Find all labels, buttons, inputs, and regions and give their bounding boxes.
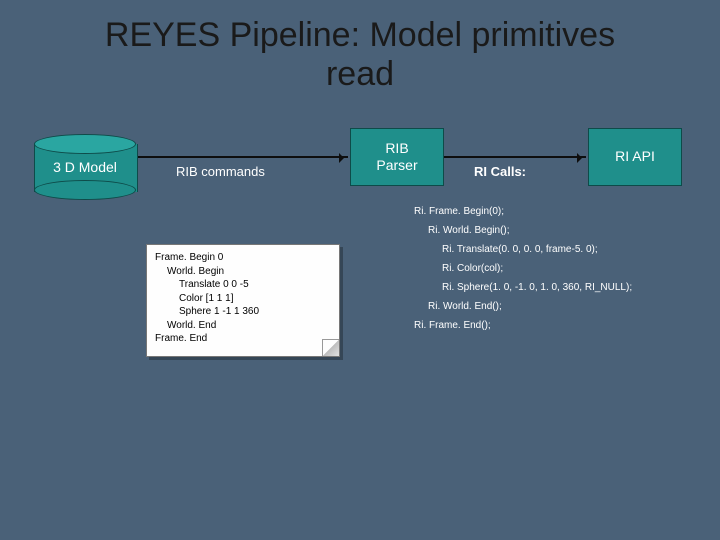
label-rib-commands: RIB commands — [176, 164, 265, 179]
arrow-ri-calls — [444, 156, 586, 158]
rib-snippet-line: Sphere 1 -1 1 360 — [155, 305, 331, 319]
rib-snippet-line: Color [1 1 1] — [155, 292, 331, 306]
title-line-2: read — [326, 55, 394, 93]
rib-snippet-line: Translate 0 0 -5 — [155, 278, 331, 292]
rib-snippet-line: Frame. Begin 0 — [155, 251, 331, 265]
ri-calls-list: Ri. Frame. Begin(0);Ri. World. Begin();R… — [414, 202, 632, 335]
ri-call-line: Ri. Color(col); — [414, 259, 632, 278]
label-ri-calls: RI Calls: — [474, 164, 526, 179]
node-3d-model-label: 3 D Model — [34, 159, 136, 175]
rib-snippet-note: Frame. Begin 0World. BeginTranslate 0 0 … — [146, 244, 340, 357]
ri-call-line: Ri. Frame. End(); — [414, 316, 632, 335]
node-rib-parser: RIB Parser — [350, 128, 444, 186]
node-rib-parser-label: RIB Parser — [376, 140, 417, 175]
node-ri-api: RI API — [588, 128, 682, 186]
ri-call-line: Ri. World. Begin(); — [414, 221, 632, 240]
ri-call-line: Ri. World. End(); — [414, 297, 632, 316]
rib-snippet-line: World. End — [155, 319, 331, 333]
rib-snippet-line: Frame. End — [155, 332, 331, 346]
arrow-rib-commands — [138, 156, 348, 158]
diagram-stage: 3 D Model RIB commands RIB Parser RI Cal… — [0, 94, 720, 514]
node-3d-model: 3 D Model — [34, 134, 136, 192]
cylinder-bottom-shape — [34, 180, 136, 200]
ri-call-line: Ri. Sphere(1. 0, -1. 0, 1. 0, 360, RI_NU… — [414, 278, 632, 297]
ri-call-line: Ri. Translate(0. 0, 0. 0, frame-5. 0); — [414, 240, 632, 259]
title-line-1: REYES Pipeline: Model primitives — [105, 16, 615, 54]
slide-title: REYES Pipeline: Model primitives read — [0, 0, 720, 94]
note-fold-icon — [322, 339, 339, 356]
ri-call-line: Ri. Frame. Begin(0); — [414, 202, 632, 221]
node-ri-api-label: RI API — [615, 148, 655, 166]
rib-snippet-line: World. Begin — [155, 265, 331, 279]
